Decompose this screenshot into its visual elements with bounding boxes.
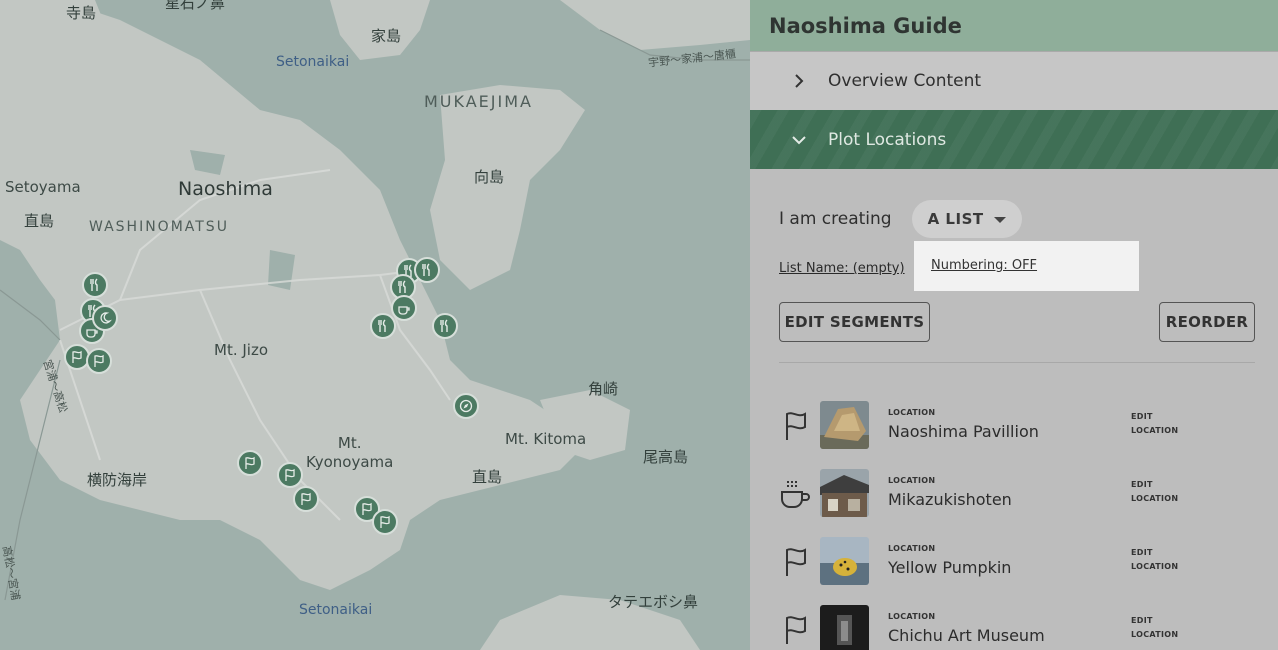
flag-icon (786, 412, 806, 440)
map-marker-cafe[interactable] (391, 295, 417, 321)
map-marker-sight[interactable] (86, 348, 112, 374)
map-label-mukaejima: MUKAEJIMA (424, 92, 533, 111)
flag-icon (301, 492, 311, 505)
section-overview-content[interactable]: Overview Content (750, 51, 1278, 110)
map[interactable]: 寺島 星石ノ鼻 家島 Setonaikai 宇野～家浦～唐櫃 MUKAEJIMA… (0, 0, 750, 650)
location-thumbnail (820, 537, 869, 585)
map-marker-sight[interactable] (277, 462, 303, 488)
chevron-down-icon (792, 135, 806, 144)
creating-label: I am creating (779, 209, 892, 229)
location-thumbnail (820, 469, 869, 517)
map-marker-restaurant[interactable] (414, 257, 440, 283)
panel-title: Naoshima Guide (769, 13, 962, 38)
map-label-kakuzaki: 角崎 (588, 380, 619, 398)
map-label-naoshima-jp-west: 直島 (24, 212, 55, 230)
caret-down-icon (993, 217, 1006, 223)
divider (779, 362, 1255, 363)
map-label-mt-kitoma: Mt. Kitoma (505, 430, 587, 448)
map-label-terashima: 寺島 (66, 4, 97, 22)
map-marker-restaurant[interactable] (432, 313, 458, 339)
location-type: LOCATION (888, 408, 936, 417)
fork-knife-icon (398, 280, 406, 293)
map-label-mt-jizo: Mt. Jizo (214, 341, 269, 359)
map-marker-viewpoint[interactable] (453, 393, 479, 419)
map-label-washinomatsu: WASHINOMATSU (89, 219, 229, 235)
edit-location-link[interactable]: EDIT LOCATION (1131, 546, 1178, 574)
map-marker-sight[interactable] (237, 450, 263, 476)
section-plot-locations[interactable]: Plot Locations (750, 110, 1278, 169)
list-name-link[interactable]: List Name: (empty) (779, 261, 905, 276)
moon-icon (100, 312, 112, 324)
location-row[interactable]: LOCATION Yellow Pumpkin EDIT LOCATION (779, 537, 1255, 589)
map-label-naoshima-jp-south: 直島 (472, 468, 503, 486)
edit-segments-button[interactable]: EDIT SEGMENTS (779, 302, 930, 342)
location-type: LOCATION (888, 544, 936, 553)
edit-location-link[interactable]: EDIT LOCATION (1131, 614, 1178, 642)
section-label: Plot Locations (828, 129, 947, 150)
numbering-toggle-link[interactable]: Numbering: OFF (931, 258, 1037, 273)
coffee-icon (398, 306, 410, 315)
map-label-naoshima: Naoshima (178, 178, 273, 200)
flag-icon (94, 354, 104, 367)
edit-location-link[interactable]: EDIT LOCATION (1131, 410, 1178, 438)
flag-icon (380, 515, 390, 528)
location-name: Naoshima Pavillion (888, 422, 1039, 441)
location-type: LOCATION (888, 476, 936, 485)
map-label-odakashima: 尾高島 (643, 448, 689, 466)
fork-knife-icon (90, 278, 98, 291)
creating-row: I am creating A LIST (779, 200, 1022, 238)
flag-icon (285, 468, 295, 481)
location-name: Yellow Pumpkin (888, 558, 1012, 577)
map-marker-sight[interactable] (293, 486, 319, 512)
location-thumbnail (820, 605, 869, 650)
map-marker-restaurant[interactable] (82, 272, 108, 298)
map-label-ieshima: 家島 (371, 27, 402, 45)
location-type: LOCATION (888, 612, 936, 621)
map-label-setonaikai-bottom: Setonaikai (299, 602, 373, 618)
list-type-dropdown[interactable]: A LIST (911, 200, 1022, 238)
fork-knife-icon (378, 319, 386, 332)
coffee-icon (781, 481, 810, 508)
numbering-popup: Numbering: OFF (914, 241, 1139, 291)
guide-panel: Naoshima Guide Overview Content Plot Loc… (750, 0, 1278, 650)
flag-icon (72, 350, 82, 363)
map-label-tateeboshi: タテエボシ鼻 (608, 593, 699, 611)
list-type-value: A LIST (927, 210, 984, 228)
reorder-button[interactable]: REORDER (1159, 302, 1255, 342)
location-name: Chichu Art Museum (888, 626, 1045, 645)
map-label-mt-kyonoyama: Mt. Kyonoyama (306, 434, 394, 471)
edit-location-link[interactable]: EDIT LOCATION (1131, 478, 1178, 506)
flag-icon (786, 548, 806, 576)
map-label-mukaejima-jp: 向島 (474, 168, 505, 186)
map-label-setoyama: Setoyama (5, 178, 81, 196)
flag-icon (786, 616, 806, 644)
chevron-right-icon (795, 74, 804, 88)
fork-knife-icon (422, 263, 430, 276)
map-label-ishigahana: 星石ノ鼻 (165, 0, 226, 12)
location-name: Mikazukishoten (888, 490, 1012, 509)
panel-header: Naoshima Guide (750, 0, 1278, 51)
location-row[interactable]: LOCATION Mikazukishoten EDIT LOCATION (779, 469, 1255, 521)
flag-icon (245, 456, 255, 469)
location-row[interactable]: LOCATION Chichu Art Museum EDIT LOCATION (779, 605, 1255, 650)
map-marker-sight[interactable] (372, 509, 398, 535)
location-row[interactable]: LOCATION Naoshima Pavillion EDIT LOCATIO… (779, 401, 1255, 453)
map-marker-restaurant[interactable] (370, 313, 396, 339)
compass-icon (459, 399, 473, 413)
map-marker-lodging[interactable] (92, 305, 118, 331)
map-label-setonaikai-top: Setonaikai (276, 54, 350, 70)
fork-knife-icon (440, 319, 448, 332)
section-label: Overview Content (828, 71, 982, 91)
location-thumbnail (820, 401, 869, 449)
map-label-yokobo: 横防海岸 (87, 471, 148, 489)
flag-icon (362, 502, 372, 515)
